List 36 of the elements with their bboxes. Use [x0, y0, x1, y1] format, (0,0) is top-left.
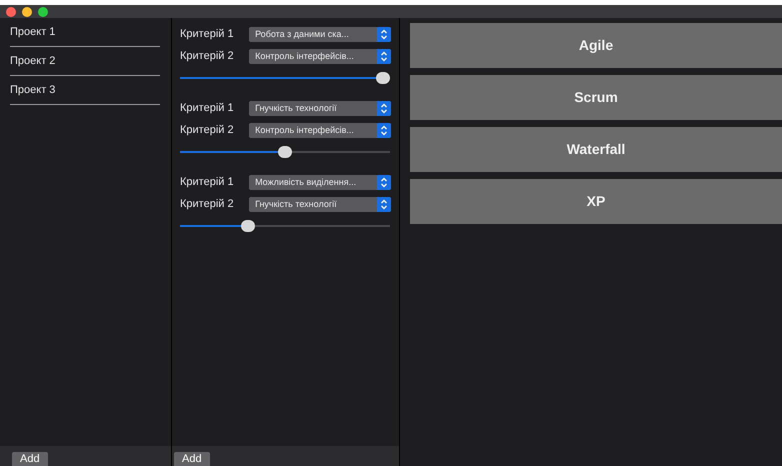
slider-thumb[interactable]: [240, 220, 255, 232]
minimize-icon[interactable]: [22, 6, 32, 16]
criterion-label: Критерій 1: [180, 27, 235, 42]
chevron-icon: [377, 27, 391, 42]
methodology-button[interactable]: Waterfall: [410, 127, 782, 172]
methodology-button[interactable]: Agile: [410, 23, 782, 68]
chevron-icon: [377, 197, 391, 212]
project-item[interactable]: Проект 3: [10, 82, 56, 98]
close-icon[interactable]: [6, 6, 16, 16]
criterion-dropdown[interactable]: Контроль інтерфейсів...: [249, 123, 391, 138]
slider[interactable]: [180, 72, 390, 84]
add-button[interactable]: Add: [174, 452, 210, 466]
methodology-button[interactable]: XP: [410, 179, 782, 224]
project-item[interactable]: Проект 2: [10, 53, 56, 70]
chevron-icon: [377, 49, 391, 64]
add-button[interactable]: Add: [12, 452, 48, 466]
criterion-dropdown[interactable]: Робота з даними ска...: [249, 27, 391, 42]
criterion-dropdown[interactable]: Гнучкість технології: [249, 101, 391, 116]
criterion-dropdown[interactable]: Можливість виділення...: [249, 175, 391, 190]
criterion-label: Критерій 1: [180, 175, 235, 190]
criterion-label: Критерій 2: [180, 49, 235, 64]
project-item[interactable]: Проект 1: [10, 24, 56, 40]
criterion-dropdown[interactable]: Гнучкість технології: [249, 197, 391, 212]
criterion-label: Критерій 2: [180, 123, 235, 138]
slider[interactable]: [180, 146, 390, 158]
criterion-label: Критерій 2: [180, 197, 235, 212]
chevron-icon: [377, 175, 391, 190]
chevron-icon: [377, 123, 391, 138]
criterion-label: Критерій 1: [180, 101, 235, 116]
criterion-dropdown[interactable]: Контроль інтерфейсів...: [249, 49, 391, 64]
slider-thumb[interactable]: [376, 72, 390, 84]
zoom-icon[interactable]: [38, 6, 48, 16]
slider[interactable]: [180, 220, 390, 232]
chevron-icon: [377, 101, 391, 116]
slider-thumb[interactable]: [278, 146, 292, 158]
methodology-button[interactable]: Scrum: [410, 75, 782, 120]
